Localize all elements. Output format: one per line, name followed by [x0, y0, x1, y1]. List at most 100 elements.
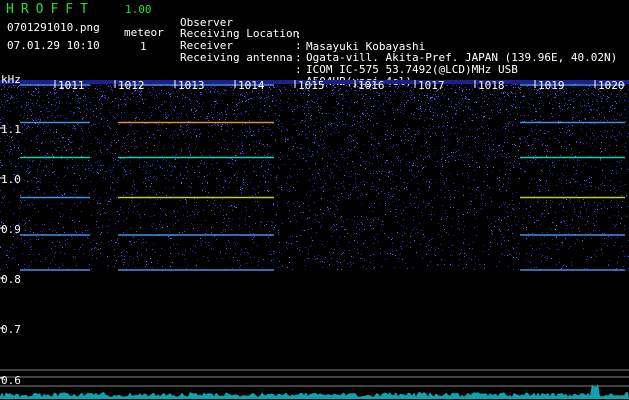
noise-pixel — [373, 125, 374, 126]
noise-pixel — [282, 126, 283, 127]
noise-pixel — [316, 258, 317, 259]
noise-pixel — [310, 118, 311, 119]
noise-pixel — [354, 102, 355, 103]
noise-pixel — [508, 240, 509, 241]
noise-pixel — [106, 171, 107, 172]
noise-pixel — [112, 182, 113, 183]
noise-pixel — [37, 169, 38, 170]
noise-pixel — [469, 93, 470, 94]
noise-pixel — [393, 112, 394, 113]
noise-pixel — [512, 124, 513, 125]
noise-pixel — [524, 137, 525, 138]
noise-pixel — [195, 252, 196, 253]
noise-pixel — [167, 117, 168, 118]
noise-pixel — [355, 90, 356, 91]
noise-pixel — [311, 156, 312, 157]
noise-pixel — [27, 164, 28, 165]
noise-pixel — [324, 147, 325, 148]
noise-pixel — [88, 168, 89, 169]
noise-pixel — [206, 91, 207, 92]
noise-pixel — [299, 206, 300, 207]
noise-pixel — [341, 269, 342, 270]
noise-pixel — [308, 95, 309, 96]
noise-pixel — [267, 221, 268, 222]
noise-pixel — [190, 99, 191, 100]
noise-pixel — [530, 262, 531, 263]
noise-pixel — [322, 145, 323, 146]
noise-pixel — [515, 84, 516, 85]
noise-pixel — [279, 128, 280, 129]
noise-pixel — [626, 113, 627, 114]
noise-pixel — [50, 141, 51, 142]
noise-pixel — [169, 94, 170, 95]
noise-pixel — [448, 161, 449, 162]
noise-pixel — [224, 140, 225, 141]
noise-pixel — [504, 162, 505, 163]
noise-pixel — [329, 175, 330, 176]
noise-pixel — [611, 200, 612, 201]
noise-pixel — [400, 106, 401, 107]
noise-pixel — [616, 96, 617, 97]
noise-pixel — [389, 198, 390, 199]
noise-pixel — [569, 100, 570, 101]
noise-pixel — [38, 91, 39, 92]
noise-pixel — [586, 210, 587, 211]
noise-pixel — [159, 224, 160, 225]
noise-pixel — [602, 253, 603, 254]
noise-pixel — [265, 112, 266, 113]
noise-pixel — [435, 247, 436, 248]
noise-pixel — [402, 86, 403, 87]
noise-pixel — [403, 132, 404, 133]
noise-pixel — [370, 173, 371, 174]
noise-pixel — [76, 265, 77, 266]
noise-pixel — [246, 100, 247, 101]
noise-pixel — [585, 119, 586, 120]
noise-pixel — [288, 237, 289, 238]
noise-pixel — [380, 105, 381, 106]
noise-pixel — [34, 91, 35, 92]
noise-pixel — [411, 95, 412, 96]
noise-pixel — [82, 152, 83, 153]
noise-pixel — [593, 94, 594, 95]
noise-pixel — [38, 119, 39, 120]
noise-pixel — [364, 229, 365, 230]
noise-pixel — [338, 197, 339, 198]
noise-pixel — [487, 185, 488, 186]
noise-pixel — [133, 258, 134, 259]
noise-pixel — [317, 152, 318, 153]
noise-pixel — [373, 268, 374, 269]
noise-pixel — [571, 265, 572, 266]
noise-pixel — [355, 187, 356, 188]
noise-pixel — [468, 188, 469, 189]
noise-pixel — [96, 171, 97, 172]
noise-pixel — [586, 208, 587, 209]
noise-pixel — [466, 89, 467, 90]
noise-pixel — [36, 236, 37, 237]
noise-pixel — [225, 181, 226, 182]
noise-pixel — [196, 147, 197, 148]
noise-pixel — [597, 101, 598, 102]
noise-pixel — [508, 266, 509, 267]
noise-pixel — [466, 97, 467, 98]
noise-pixel — [519, 164, 520, 165]
noise-pixel — [182, 254, 183, 255]
noise-pixel — [44, 224, 45, 225]
noise-pixel — [427, 265, 428, 266]
noise-pixel — [64, 146, 65, 147]
noise-pixel — [91, 125, 92, 126]
noise-pixel — [134, 133, 135, 134]
noise-pixel — [124, 262, 125, 263]
noise-pixel — [376, 196, 377, 197]
noise-pixel — [164, 101, 165, 102]
noise-pixel — [115, 98, 116, 99]
noise-pixel — [357, 224, 358, 225]
noise-pixel — [259, 181, 260, 182]
noise-pixel — [24, 104, 25, 105]
noise-pixel — [320, 261, 321, 262]
noise-pixel — [389, 100, 390, 101]
noise-pixel — [451, 88, 452, 89]
noise-pixel — [8, 93, 9, 94]
noise-pixel — [145, 266, 146, 267]
noise-pixel — [504, 142, 505, 143]
noise-pixel — [190, 103, 191, 104]
